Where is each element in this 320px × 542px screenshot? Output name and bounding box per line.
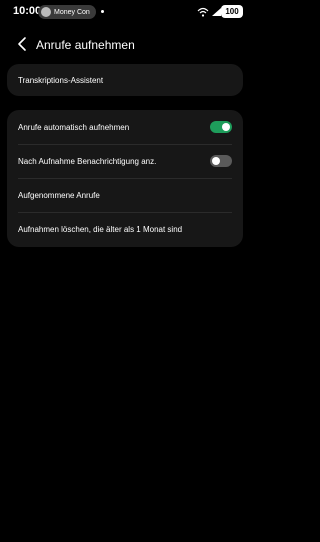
system-icons (197, 6, 222, 18)
app-header: Anrufe aufnehmen (0, 32, 250, 58)
auto-record-toggle[interactable] (210, 121, 232, 133)
setting-label: Transkriptions-Assistent (18, 75, 104, 85)
toggle-knob (222, 123, 230, 131)
back-arrow-icon[interactable] (16, 36, 28, 52)
status-bar: 10:00 Money Con 100 (0, 0, 250, 24)
notification-dot-icon (101, 10, 104, 13)
settings-card-recording: Anrufe automatisch aufnehmen Nach Aufnah… (7, 110, 243, 247)
settings-card-transcription: Transkriptions-Assistent (7, 64, 243, 96)
battery-level: 100 (225, 7, 239, 16)
setting-label: Nach Aufnahme Benachrichtigung anz. (18, 156, 157, 166)
setting-label: Aufnahmen löschen, die älter als 1 Monat… (18, 224, 183, 234)
wifi-icon (197, 7, 209, 17)
page-title: Anrufe aufnehmen (36, 38, 135, 52)
notification-pill[interactable]: Money Con (38, 5, 96, 19)
notification-app-name: Money Con (54, 8, 90, 16)
setting-label: Anrufe automatisch aufnehmen (18, 122, 130, 132)
setting-notification-after-recording[interactable]: Nach Aufnahme Benachrichtigung anz. (7, 144, 243, 178)
setting-delete-old-recordings[interactable]: Aufnahmen löschen, die älter als 1 Monat… (7, 212, 243, 246)
setting-recorded-calls[interactable]: Aufgenommene Anrufe (7, 178, 243, 212)
notification-toggle[interactable] (210, 155, 232, 167)
battery-icon: 100 (221, 5, 243, 18)
status-time: 10:00 (13, 5, 42, 17)
setting-auto-record[interactable]: Anrufe automatisch aufnehmen (7, 110, 243, 144)
toggle-knob (212, 157, 220, 165)
setting-label: Aufgenommene Anrufe (18, 190, 100, 200)
app-icon (41, 7, 51, 17)
setting-transcription-assistant[interactable]: Transkriptions-Assistent (7, 64, 243, 96)
